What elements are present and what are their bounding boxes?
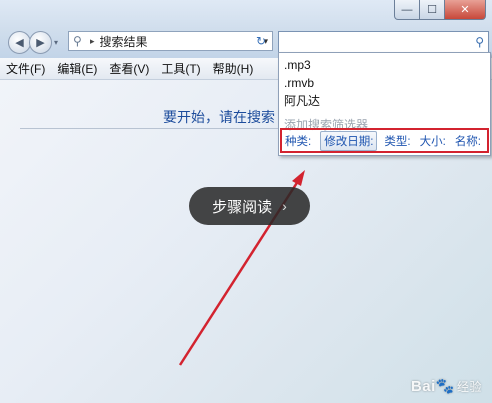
breadcrumb[interactable]: 搜索结果 bbox=[100, 33, 264, 50]
back-button[interactable]: ◀ bbox=[8, 31, 31, 54]
suggestion-item[interactable]: .mp3 bbox=[279, 56, 490, 74]
watermark-brand: Bai bbox=[410, 378, 436, 395]
address-bar[interactable]: ⚲ ▸ 搜索结果 ▾ bbox=[68, 31, 273, 51]
filter-name[interactable]: 名称: bbox=[455, 133, 481, 149]
breadcrumb-separator-icon[interactable]: ▸ bbox=[90, 36, 95, 47]
suggestion-item[interactable]: 阿凡达 bbox=[279, 92, 490, 110]
explorer-window: — ☐ ✕ ◀ ▶ ▾ ⚲ ▸ 搜索结果 ▾ ↻ ⚲ 文件(F) 编辑(E) 查… bbox=[0, 0, 492, 403]
maximize-button[interactable]: ☐ bbox=[420, 0, 445, 20]
search-box[interactable]: ⚲ bbox=[278, 31, 489, 53]
filter-size[interactable]: 大小: bbox=[420, 133, 446, 149]
search-icon[interactable]: ⚲ bbox=[475, 35, 484, 49]
watermark-suffix: 经验 bbox=[456, 380, 482, 394]
search-suggestions-dropdown: .mp3 .rmvb 阿凡达 添加搜索筛选器 种类: 修改日期: 类型: 大小:… bbox=[278, 52, 491, 156]
menu-tools[interactable]: 工具(T) bbox=[161, 60, 200, 77]
search-location-icon: ⚲ bbox=[73, 34, 82, 48]
close-button[interactable]: ✕ bbox=[445, 0, 486, 20]
title-bar: — ☐ ✕ ◀ ▶ ▾ ⚲ ▸ 搜索结果 ▾ ↻ ⚲ bbox=[0, 0, 492, 58]
menu-view[interactable]: 查看(V) bbox=[109, 60, 149, 77]
filter-date-modified[interactable]: 修改日期: bbox=[320, 130, 378, 151]
menu-edit[interactable]: 编辑(E) bbox=[57, 60, 97, 77]
step-reading-button[interactable]: 步骤阅读 › bbox=[189, 187, 310, 225]
suggestion-item[interactable]: .rmvb bbox=[279, 74, 490, 92]
menu-file[interactable]: 文件(F) bbox=[6, 60, 45, 77]
search-filters-highlight: 种类: 修改日期: 类型: 大小: 名称: bbox=[280, 128, 489, 153]
menu-help[interactable]: 帮助(H) bbox=[213, 60, 254, 77]
step-reading-label: 步骤阅读 bbox=[212, 198, 273, 216]
filter-type[interactable]: 类型: bbox=[384, 133, 410, 149]
forward-button[interactable]: ▶ bbox=[29, 31, 52, 54]
search-hint-text: 要开始，请在搜索 bbox=[163, 109, 275, 125]
hint-divider bbox=[20, 128, 280, 129]
search-input[interactable] bbox=[283, 34, 476, 50]
filter-kind[interactable]: 种类: bbox=[285, 133, 311, 149]
paw-icon: 🐾 bbox=[435, 378, 455, 395]
chevron-right-icon: › bbox=[282, 198, 287, 214]
minimize-button[interactable]: — bbox=[394, 0, 420, 20]
refresh-icon[interactable]: ↻ bbox=[249, 31, 273, 51]
baidu-watermark: Bai🐾 经验 bbox=[411, 377, 482, 395]
caption-buttons: — ☐ ✕ bbox=[394, 0, 486, 20]
recent-pages-dropdown-icon[interactable]: ▾ bbox=[54, 38, 58, 47]
navigation-buttons: ◀ ▶ ▾ bbox=[8, 31, 58, 54]
